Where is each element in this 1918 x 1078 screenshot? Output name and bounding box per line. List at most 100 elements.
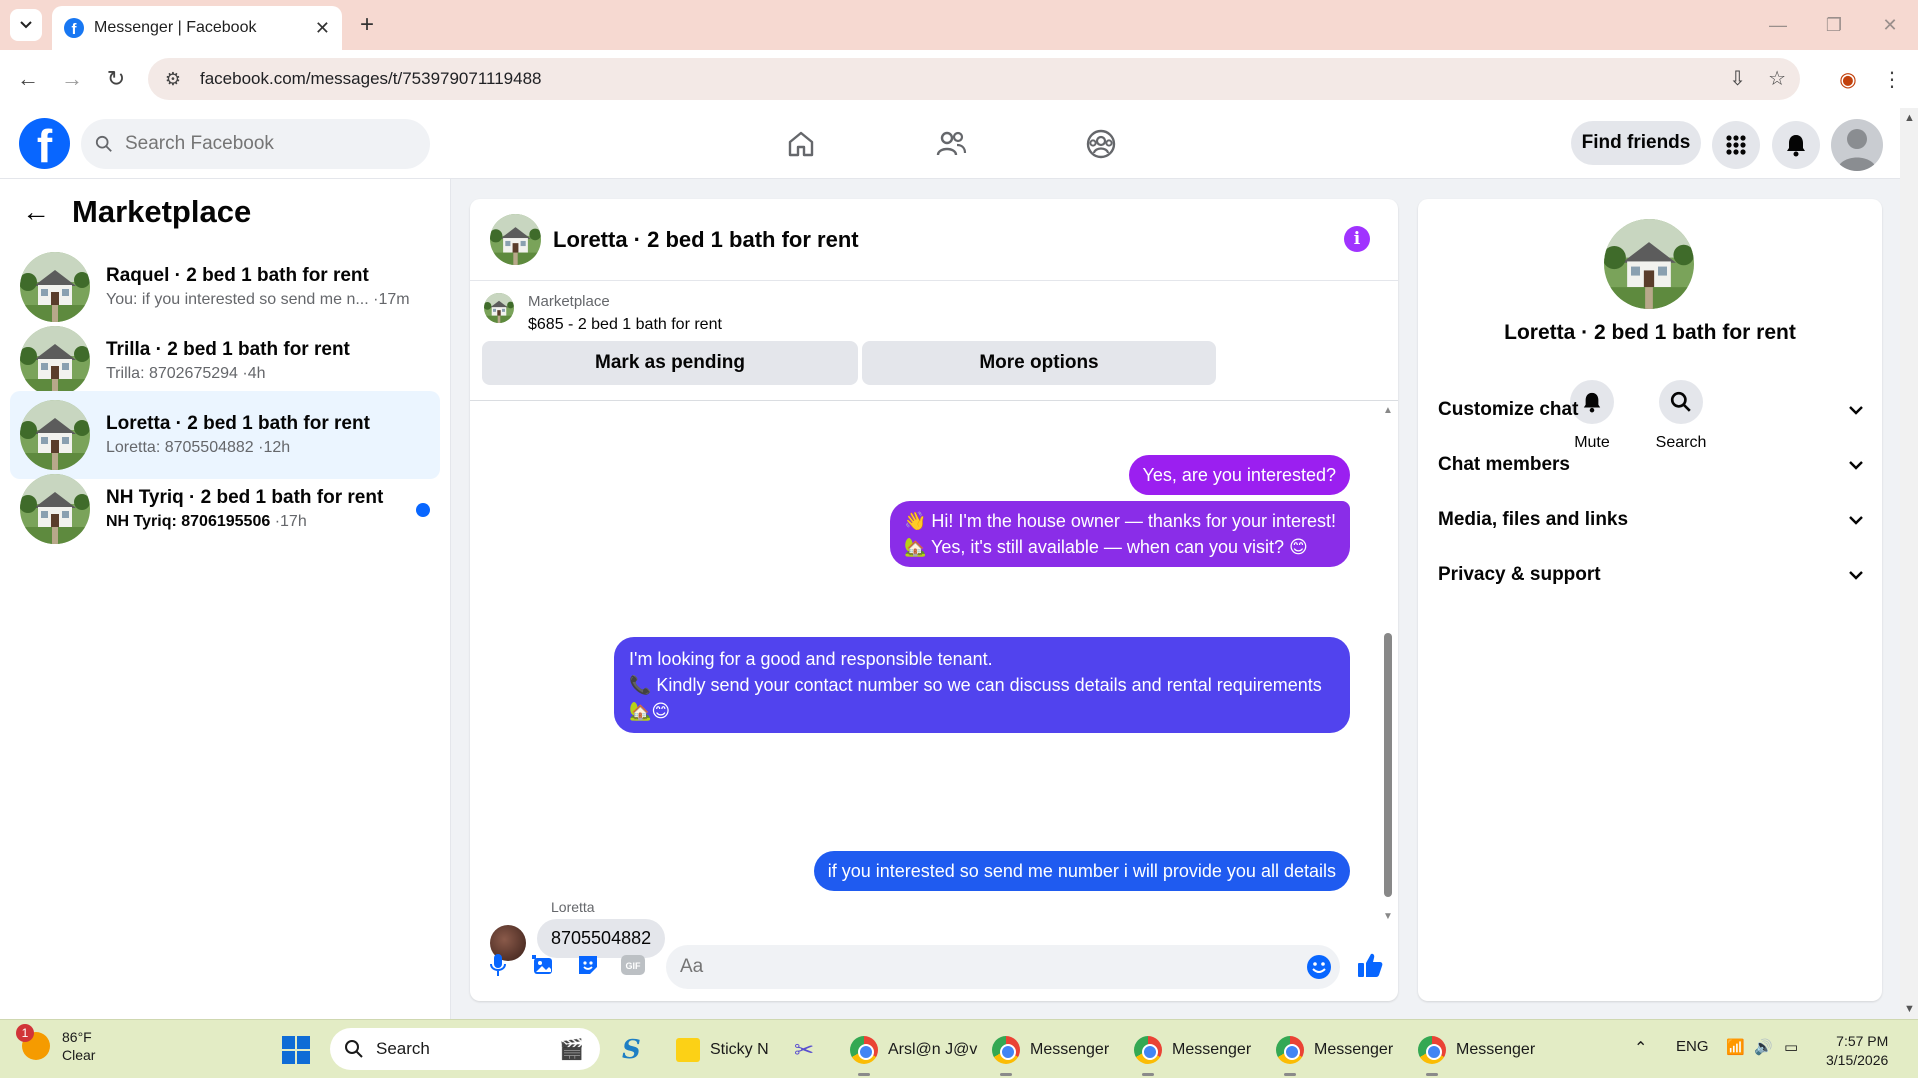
chat-members-section[interactable]: Chat members <box>1438 445 1864 485</box>
conversation-item[interactable]: NH Tyriq · 2 bed 1 bath for rent NH Tyriq… <box>10 465 440 553</box>
scroll-down-arrow[interactable]: ▼ <box>1383 911 1393 922</box>
volume-icon[interactable]: 🔊 <box>1754 1038 1773 1056</box>
house-photo-icon <box>20 400 90 470</box>
gif-button[interactable]: GIF <box>619 951 647 979</box>
start-button[interactable] <box>282 1036 310 1064</box>
groups-nav-button[interactable] <box>1081 124 1121 164</box>
taskbar-app-messenger-4[interactable]: Messenger <box>1418 1030 1535 1076</box>
conversation-avatar <box>20 252 90 322</box>
browser-tab[interactable]: f Messenger | Facebook ✕ <box>52 6 342 50</box>
site-info-icon[interactable]: ⚙ <box>162 68 184 90</box>
back-arrow-icon[interactable]: ← <box>22 196 50 228</box>
url-text[interactable]: facebook.com/messages/t/753979071119488 <box>200 69 542 89</box>
message-input-box[interactable] <box>666 945 1340 989</box>
chat-panel: Loretta · 2 bed 1 bath for rent i Market… <box>470 199 1398 1001</box>
message-input[interactable] <box>680 956 1260 978</box>
wifi-icon[interactable]: 📶 <box>1726 1038 1745 1056</box>
unread-indicator <box>416 503 430 517</box>
customize-chat-section[interactable]: Customize chat <box>1438 390 1864 430</box>
search-icon <box>95 135 112 152</box>
snippet-time: ·12h <box>258 439 291 456</box>
emoji-icon[interactable] <box>1306 954 1332 980</box>
menu-button[interactable] <box>1712 121 1760 169</box>
chat-title[interactable]: Loretta · 2 bed 1 bath for rent <box>553 227 859 253</box>
taskbar-app-chrome-profile[interactable]: Arsl@n J@v <box>850 1030 977 1076</box>
restore-button[interactable]: ❐ <box>1806 0 1862 50</box>
more-options-button[interactable]: More options <box>862 341 1216 385</box>
script-app-icon: S <box>622 1035 641 1065</box>
browser-menu-icon[interactable]: ⋮ <box>1876 63 1908 95</box>
taskbar-app-messenger-3[interactable]: Messenger <box>1276 1030 1393 1076</box>
search-icon <box>345 1040 363 1058</box>
privacy-support-section[interactable]: Privacy & support <box>1438 555 1864 595</box>
listing-source: Marketplace <box>528 293 610 310</box>
sticker-button[interactable] <box>574 951 602 979</box>
listing-thumbnail[interactable] <box>484 293 514 323</box>
search-input[interactable] <box>125 133 415 155</box>
facebook-search[interactable] <box>81 119 430 169</box>
find-friends-button[interactable]: Find friends <box>1571 121 1701 165</box>
home-nav-button[interactable] <box>781 124 821 164</box>
battery-icon[interactable]: ▭ <box>1784 1038 1798 1056</box>
scroll-up-arrow[interactable]: ▲ <box>1383 405 1393 416</box>
taskbar-app-sticky-notes[interactable]: Sticky N <box>676 1030 769 1070</box>
info-icon[interactable]: i <box>1344 226 1370 252</box>
input-language[interactable]: ENG <box>1676 1038 1709 1055</box>
profile-icon[interactable]: ◉ <box>1832 63 1864 95</box>
taskbar-app-messenger-2[interactable]: Messenger <box>1134 1030 1251 1076</box>
facebook-top-nav: f Find friends <box>0 108 1900 179</box>
snipping-tool[interactable]: ✂ <box>794 1030 814 1070</box>
listing-price[interactable]: $685 - 2 bed 1 bath for rent <box>528 316 722 334</box>
install-app-icon[interactable]: ⇩ <box>1729 66 1746 91</box>
weather-widget[interactable]: 1 86°F Clear <box>16 1024 95 1064</box>
app-icon[interactable]: S <box>622 1030 641 1070</box>
notifications-button[interactable] <box>1772 121 1820 169</box>
marketplace-header: ← Marketplace <box>22 194 251 230</box>
chat-avatar[interactable] <box>490 214 541 265</box>
tab-search-button[interactable] <box>10 9 42 41</box>
taskbar-search-label: Search <box>376 1039 430 1058</box>
close-window-button[interactable]: ✕ <box>1862 0 1918 50</box>
mark-pending-button[interactable]: Mark as pending <box>482 341 858 385</box>
taskbar-search[interactable]: Search 🎬 <box>330 1028 600 1070</box>
forward-button[interactable]: → <box>56 63 88 95</box>
voice-clip-button[interactable] <box>484 951 512 979</box>
friends-icon <box>936 131 967 156</box>
system-clock[interactable]: 7:57 PM 3/15/2026 <box>1826 1032 1888 1070</box>
taskbar-app-messenger-1[interactable]: Messenger <box>992 1030 1109 1076</box>
scroll-up-arrow[interactable]: ▲ <box>1904 112 1915 124</box>
snippet-text: You: if you interested so send me n... <box>106 291 369 308</box>
chrome-icon <box>1134 1036 1162 1064</box>
minimize-button[interactable]: — <box>1750 0 1806 50</box>
new-tab-button[interactable]: + <box>352 10 382 40</box>
chrome-icon <box>992 1036 1020 1064</box>
back-button[interactable]: ← <box>12 63 44 95</box>
house-photo-icon <box>490 214 541 265</box>
omnibox[interactable]: ⚙ facebook.com/messages/t/75397907111948… <box>148 58 1800 100</box>
section-label: Media, files and links <box>1438 509 1629 530</box>
conversation-avatar <box>20 474 90 544</box>
reload-button[interactable]: ↻ <box>100 63 132 95</box>
media-files-section[interactable]: Media, files and links <box>1438 500 1864 540</box>
details-avatar[interactable] <box>1604 219 1694 309</box>
bookmark-star-icon[interactable]: ☆ <box>1768 66 1786 91</box>
like-button[interactable] <box>1356 951 1384 979</box>
facebook-logo[interactable]: f <box>19 118 70 169</box>
page-scrollbar[interactable]: ▲ ▼ <box>1900 108 1918 1019</box>
chat-scrollbar-thumb[interactable] <box>1384 633 1392 897</box>
sender-name: Loretta <box>551 899 595 915</box>
house-photo-icon <box>484 293 514 323</box>
thumbs-up-icon <box>1358 953 1383 977</box>
clock-date: 3/15/2026 <box>1826 1052 1889 1068</box>
conversation-avatar <box>20 400 90 470</box>
attach-photo-button[interactable] <box>529 951 557 979</box>
close-tab-icon[interactable]: ✕ <box>315 18 330 39</box>
show-hidden-icons-chevron-icon[interactable]: ⌃ <box>1634 1038 1647 1058</box>
account-avatar[interactable] <box>1831 119 1883 171</box>
conversation-name: Loretta · 2 bed 1 bath for rent <box>106 413 370 434</box>
tab-title: Messenger | Facebook <box>94 19 257 36</box>
listing-banner: Marketplace $685 - 2 bed 1 bath for rent… <box>482 289 1384 399</box>
friends-nav-button[interactable] <box>931 124 971 164</box>
conversation-snippet: You: if you interested so send me n... ·… <box>106 291 410 309</box>
scroll-down-arrow[interactable]: ▼ <box>1904 1003 1915 1015</box>
